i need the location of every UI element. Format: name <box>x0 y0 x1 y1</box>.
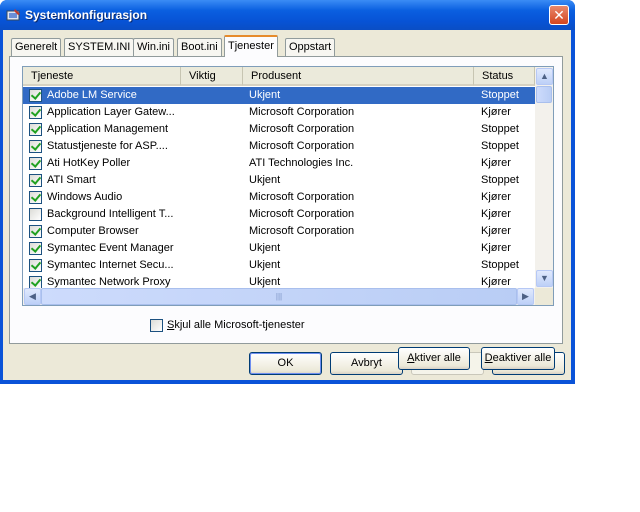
enable-all-text: ktiver alle <box>414 352 461 364</box>
ok-button[interactable]: OK <box>249 352 322 375</box>
service-checkbox[interactable] <box>29 174 42 187</box>
service-checkbox[interactable] <box>29 259 42 272</box>
service-row[interactable]: Application Layer Gatew... Microsoft Corp… <box>23 104 535 121</box>
scroll-corner <box>535 288 553 305</box>
close-button[interactable]: ✕ <box>549 5 569 25</box>
service-manufacturer: Ukjent <box>249 174 281 186</box>
scroll-right-button[interactable]: ▶ <box>517 288 534 305</box>
service-status: Stoppet <box>481 123 519 135</box>
service-manufacturer: Microsoft Corporation <box>249 140 355 152</box>
service-row[interactable]: Symantec Event Manager Ukjent Kjører <box>23 240 535 257</box>
service-checkbox[interactable] <box>29 123 42 136</box>
service-checkbox[interactable] <box>29 225 42 238</box>
service-row[interactable]: Adobe LM Service Ukjent Stoppet <box>23 87 535 104</box>
hide-ms-services-checkbox[interactable] <box>150 319 163 332</box>
hide-ms-services-label[interactable]: Skjul alle Microsoft-tjenester <box>167 319 305 332</box>
service-name: Ati HotKey Poller <box>47 157 131 169</box>
service-manufacturer: Microsoft Corporation <box>249 191 355 203</box>
cancel-button[interactable]: Avbryt <box>330 352 403 375</box>
service-name: Adobe LM Service <box>47 89 137 101</box>
service-status: Stoppet <box>481 259 519 271</box>
service-status: Stoppet <box>481 174 519 186</box>
system-config-icon <box>6 9 20 21</box>
service-row[interactable]: ATI Smart Ukjent Stoppet <box>23 172 535 189</box>
service-name: Symantec Event Manager <box>47 242 174 254</box>
service-checkbox[interactable] <box>29 191 42 204</box>
service-manufacturer: Microsoft Corporation <box>249 225 355 237</box>
vertical-scroll-thumb[interactable] <box>536 86 552 103</box>
arrow-right-icon: ▶ <box>522 291 529 301</box>
service-manufacturer: Microsoft Corporation <box>249 123 355 135</box>
service-row[interactable]: Symantec Internet Secu... Ukjent Stoppet <box>23 257 535 274</box>
service-manufacturer: ATI Technologies Inc. <box>249 157 354 169</box>
service-checkbox[interactable] <box>29 106 42 119</box>
tab-startup[interactable]: Oppstart <box>285 38 336 56</box>
service-name: Computer Browser <box>47 225 139 237</box>
service-status: Kjører <box>481 208 511 220</box>
service-status: Stoppet <box>481 140 519 152</box>
service-manufacturer: Ukjent <box>249 259 281 271</box>
hide-ms-text: kjul alle Microsoft-tjenester <box>174 319 305 331</box>
column-header-manufacturer[interactable]: Produsent <box>243 67 474 86</box>
arrow-left-icon: ◀ <box>29 291 36 301</box>
column-header-essential[interactable]: Viktig <box>181 67 243 86</box>
service-name: Application Management <box>47 123 169 135</box>
vertical-scrollbar[interactable]: ▲ ▼ <box>535 67 553 288</box>
service-row[interactable]: Computer Browser Microsoft Corporation Kjø… <box>23 223 535 240</box>
arrow-down-icon: ▼ <box>540 273 549 283</box>
service-name: Windows Audio <box>47 191 123 203</box>
arrow-up-icon: ▲ <box>540 71 549 81</box>
service-checkbox[interactable] <box>29 89 42 102</box>
disable-all-accel: D <box>484 352 493 364</box>
scroll-down-button[interactable]: ▼ <box>536 270 553 287</box>
window-title: Systemkonfigurasjon <box>25 8 148 22</box>
service-row[interactable]: Background Intelligent T... Microsoft Cor… <box>23 206 535 223</box>
service-status: Kjører <box>481 157 511 169</box>
service-name: Application Layer Gatew... <box>47 106 175 118</box>
disable-all-button[interactable]: Deaktiver alle <box>481 347 555 370</box>
service-name: Statustjeneste for ASP.... <box>47 140 168 152</box>
service-row[interactable]: Application Management Microsoft Corporat… <box>23 121 535 138</box>
horizontal-scroll-thumb[interactable]: ||| <box>41 288 517 305</box>
services-list[interactable]: Tjeneste Viktig Produsent Status Adobe L… <box>22 66 554 306</box>
service-status: Kjører <box>481 106 511 118</box>
close-icon: ✕ <box>553 7 565 23</box>
service-checkbox[interactable] <box>29 242 42 255</box>
service-manufacturer: Microsoft Corporation <box>249 208 355 220</box>
column-header-status[interactable]: Status <box>474 67 535 86</box>
service-status: Kjører <box>481 242 511 254</box>
service-row[interactable]: Ati HotKey Poller ATI Technologies Inc. Kj… <box>23 155 535 172</box>
service-status: Kjører <box>481 191 511 203</box>
enable-all-button[interactable]: Aktiver alle <box>398 347 470 370</box>
service-checkbox[interactable] <box>29 208 42 221</box>
tab-general[interactable]: Generelt <box>11 38 62 56</box>
system-config-window: Systemkonfigurasjon ✕ Generelt SYSTEM.IN… <box>0 0 575 384</box>
service-checkbox[interactable] <box>29 140 42 153</box>
dialog-client: Generelt SYSTEM.INI Win.ini Boot.ini Tje… <box>3 30 571 380</box>
services-panel: Tjeneste Viktig Produsent Status Adobe L… <box>9 56 563 370</box>
service-name: Background Intelligent T... <box>47 208 174 220</box>
service-manufacturer: Microsoft Corporation <box>249 106 355 118</box>
service-name: Symantec Internet Secu... <box>47 259 174 271</box>
horizontal-scrollbar[interactable]: ◀ ||| ▶ <box>23 288 535 305</box>
disable-all-text: eaktiver alle <box>492 352 552 364</box>
service-status: Kjører <box>481 225 511 237</box>
tab-boot-ini[interactable]: Boot.ini <box>177 38 222 56</box>
scroll-up-button[interactable]: ▲ <box>536 68 553 85</box>
tab-system-ini[interactable]: SYSTEM.INI <box>64 38 135 56</box>
service-row[interactable]: Statustjeneste for ASP.... Microsoft Corp… <box>23 138 535 155</box>
column-header-service[interactable]: Tjeneste <box>23 67 181 86</box>
service-status: Stoppet <box>481 89 519 101</box>
tab-win-ini[interactable]: Win.ini <box>133 38 175 56</box>
title-bar[interactable]: Systemkonfigurasjon ✕ <box>0 0 575 30</box>
service-checkbox[interactable] <box>29 157 42 170</box>
service-manufacturer: Ukjent <box>249 89 281 101</box>
tab-services[interactable]: Tjenester <box>224 35 278 57</box>
service-name: ATI Smart <box>47 174 96 186</box>
scroll-left-button[interactable]: ◀ <box>24 288 41 305</box>
scroll-grip-icon: ||| <box>275 292 283 301</box>
service-manufacturer: Ukjent <box>249 242 281 254</box>
service-row[interactable]: Windows Audio Microsoft Corporation Kjører <box>23 189 535 206</box>
